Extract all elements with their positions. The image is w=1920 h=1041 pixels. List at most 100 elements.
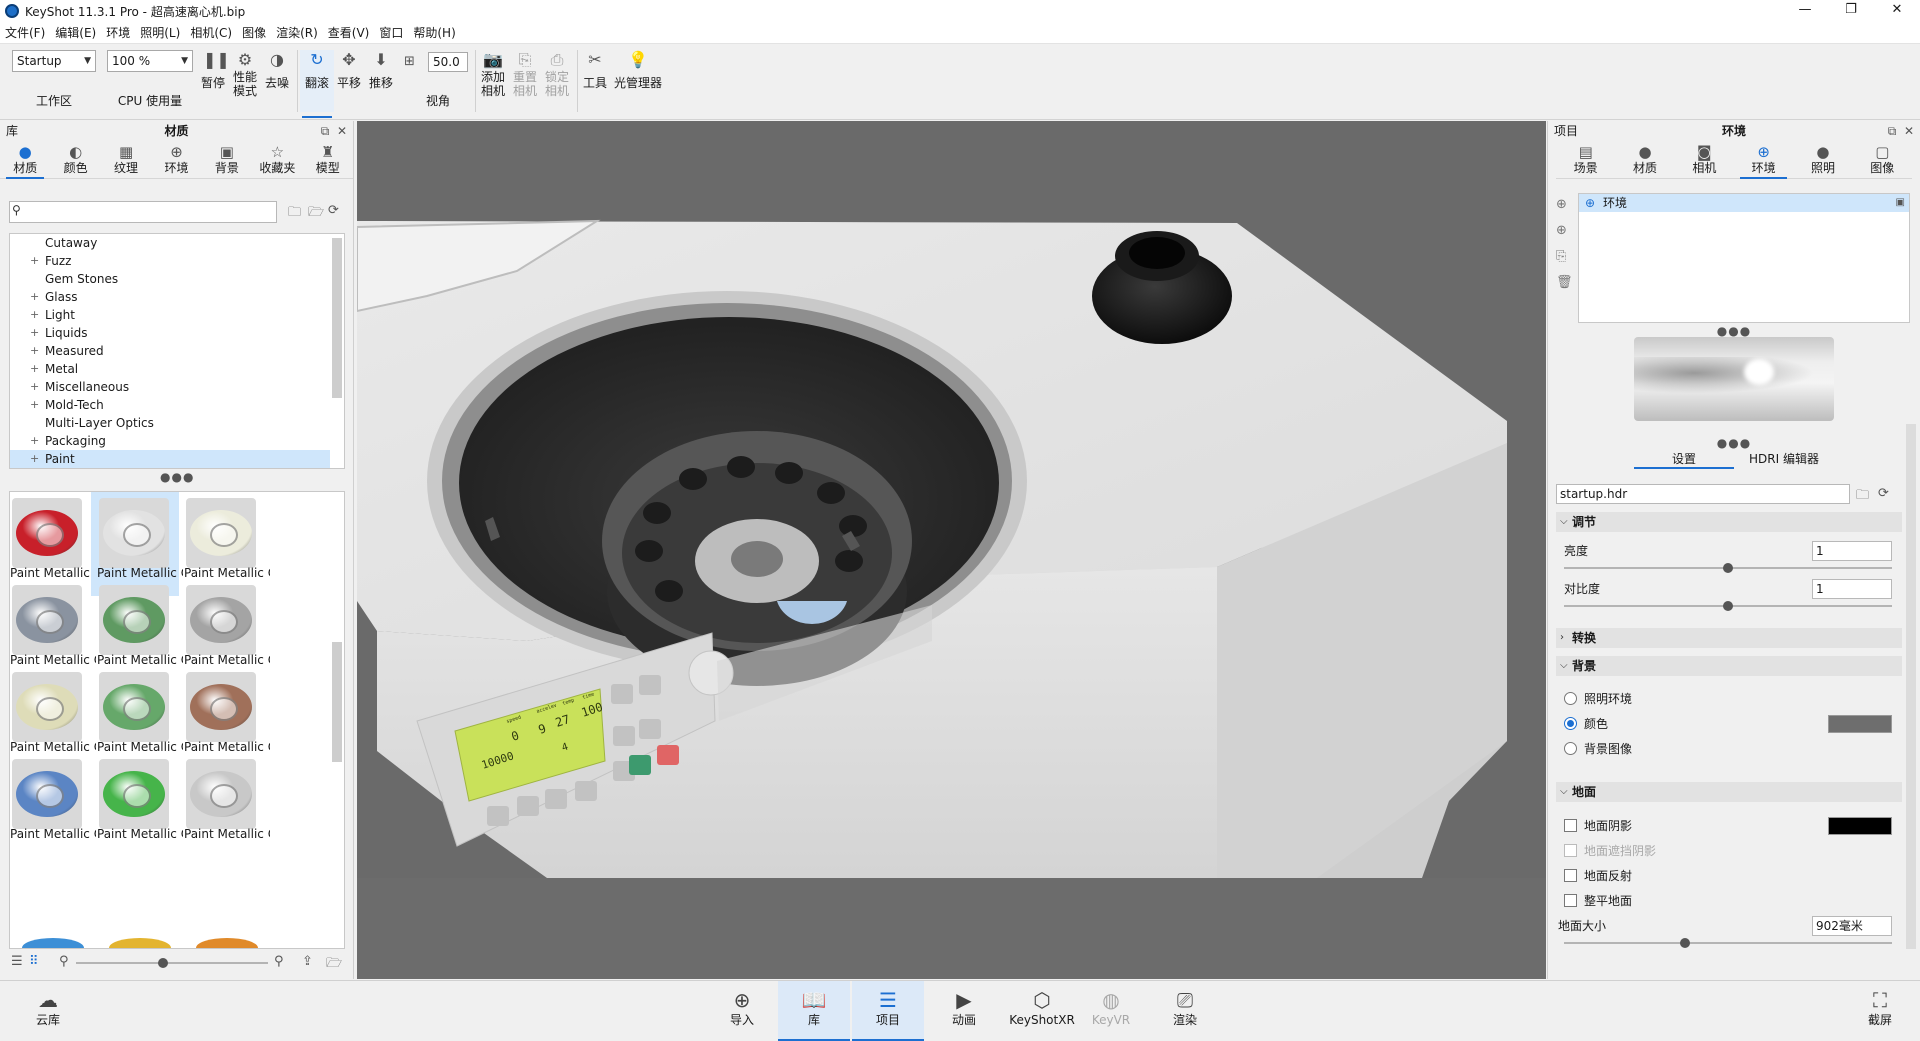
- open-folder-icon[interactable]: 🗀: [288, 203, 301, 225]
- checkbox-ground-shadow[interactable]: [1564, 819, 1577, 832]
- keyshotxr-button[interactable]: ⬡ KeyShotXR: [1002, 981, 1082, 1041]
- library-button[interactable]: 📖 库: [778, 981, 850, 1041]
- performance-mode-button[interactable]: ⚙ 性能 模式: [228, 50, 262, 98]
- tab-scene[interactable]: ▤ 场景: [1556, 141, 1615, 178]
- cloud-library-button[interactable]: ☁ 云库: [12, 981, 84, 1041]
- tree-item[interactable]: + Glass: [10, 288, 344, 306]
- screenshot-button[interactable]: ⛶ 截屏: [1844, 981, 1916, 1041]
- close-panel-icon[interactable]: ✕: [1904, 124, 1914, 138]
- menu-image[interactable]: 图像: [237, 24, 271, 41]
- maximize-button[interactable]: ❐: [1828, 0, 1874, 22]
- denoise-button[interactable]: ◑ 去噪: [260, 50, 294, 90]
- tree-item[interactable]: + Fuzz: [10, 252, 344, 270]
- tab-backplates[interactable]: ▣ 背景: [202, 141, 252, 178]
- material-thumbnail[interactable]: Paint Metallic Or...: [91, 753, 183, 857]
- menu-view[interactable]: 查看(V): [323, 24, 375, 41]
- expand-icon[interactable]: +: [30, 396, 39, 414]
- import-folder-icon[interactable]: 🗁: [326, 954, 342, 976]
- tree-item[interactable]: Cutaway: [10, 234, 344, 252]
- add-camera-button[interactable]: 📷 添加 相机: [476, 50, 510, 98]
- expand-icon[interactable]: +: [30, 378, 39, 396]
- checkbox-ground-reflection[interactable]: [1564, 869, 1577, 882]
- ground-size-slider[interactable]: [1564, 938, 1892, 948]
- ground-size-input[interactable]: 902毫米: [1812, 916, 1892, 936]
- tumble-button[interactable]: ↻ 翻滚: [300, 50, 334, 118]
- library-search-input[interactable]: [9, 201, 277, 223]
- thumbnail-scrollbar[interactable]: [332, 642, 342, 762]
- slider-knob[interactable]: [158, 958, 168, 968]
- tree-item[interactable]: + Miscellaneous: [10, 378, 344, 396]
- tree-item[interactable]: + Light: [10, 306, 344, 324]
- tab-material[interactable]: ● 材质: [1615, 141, 1674, 178]
- background-color-swatch[interactable]: [1828, 715, 1892, 733]
- close-panel-icon[interactable]: ✕: [337, 124, 347, 138]
- menu-lighting[interactable]: 照明(L): [135, 24, 185, 41]
- menu-help[interactable]: 帮助(H): [408, 24, 460, 41]
- slider-knob[interactable]: [1723, 601, 1733, 611]
- expand-icon[interactable]: +: [30, 468, 39, 469]
- environment-list-item[interactable]: ⊕ 环境 ▣: [1579, 194, 1909, 212]
- expand-icon[interactable]: +: [30, 432, 39, 450]
- splitter-handle[interactable]: ●●●: [1716, 437, 1752, 449]
- hdri-preview[interactable]: [1634, 337, 1834, 421]
- workspace-select[interactable]: Startup ▼: [12, 50, 96, 72]
- splitter-handle[interactable]: ●●●: [160, 471, 193, 483]
- tab-hdri-editor[interactable]: HDRI 编辑器: [1734, 451, 1834, 467]
- expand-icon[interactable]: +: [30, 450, 39, 468]
- section-background[interactable]: ⌵ 背景: [1556, 656, 1902, 676]
- slider-knob[interactable]: [1723, 563, 1733, 573]
- expand-icon[interactable]: +: [30, 288, 39, 306]
- tab-image[interactable]: ▢ 图像: [1853, 141, 1912, 178]
- radio-color[interactable]: [1564, 717, 1577, 730]
- menu-file[interactable]: 文件(F): [0, 24, 50, 41]
- tree-scrollbar[interactable]: [332, 238, 342, 398]
- tab-lighting[interactable]: ● 照明: [1793, 141, 1852, 178]
- tab-favorites[interactable]: ☆ 收藏夹: [252, 141, 302, 178]
- add-folder-icon[interactable]: 🗁: [308, 203, 324, 225]
- project-scrollbar[interactable]: [1906, 424, 1916, 949]
- expand-icon[interactable]: +: [30, 342, 39, 360]
- zoom-in-icon[interactable]: ⚲: [274, 954, 284, 969]
- hdr-file-field[interactable]: startup.hdr: [1556, 484, 1850, 504]
- checkbox-ground-occlusion[interactable]: [1564, 844, 1577, 857]
- grid-view-icon[interactable]: ⠿: [29, 954, 39, 969]
- open-folder-icon[interactable]: 🗀: [1856, 486, 1869, 508]
- menu-edit[interactable]: 编辑(E): [50, 24, 101, 41]
- close-button[interactable]: ✕: [1874, 0, 1920, 22]
- refresh-icon[interactable]: ⟳: [328, 203, 339, 218]
- tab-textures[interactable]: ▦ 纹理: [101, 141, 151, 178]
- copy-environment-icon[interactable]: ⎘: [1556, 249, 1566, 264]
- ground-shadow-color-swatch[interactable]: [1828, 817, 1892, 835]
- render-viewport[interactable]: 0 9 27 100 10000 4 speed accelev temp ti…: [357, 121, 1546, 979]
- material-thumbnail[interactable]: Paint Metallic Or...: [10, 753, 96, 857]
- tab-colors[interactable]: ◐ 颜色: [50, 141, 100, 178]
- float-panel-icon[interactable]: ⧉: [1888, 124, 1897, 138]
- material-thumbnail-partial[interactable]: [196, 938, 258, 948]
- project-button[interactable]: ☰ 项目: [852, 981, 924, 1041]
- keyvr-button[interactable]: ◍ KeyVR: [1075, 981, 1147, 1041]
- tab-models[interactable]: ♜ 模型: [303, 141, 353, 178]
- menu-render[interactable]: 渲染(R): [271, 24, 323, 41]
- animation-button[interactable]: ▶ 动画: [928, 981, 1000, 1041]
- reset-camera-button[interactable]: ⎘ 重置 相机: [508, 50, 542, 98]
- slider-knob[interactable]: [1680, 938, 1691, 948]
- section-transform[interactable]: › 转换: [1556, 628, 1902, 648]
- zoom-out-icon[interactable]: ⚲: [59, 954, 69, 969]
- radio-lighting-environment[interactable]: [1564, 692, 1577, 705]
- dolly-button[interactable]: ⬇ 推移: [364, 50, 398, 90]
- tree-item[interactable]: + Mold-Tech: [10, 396, 344, 414]
- tree-item[interactable]: + Packaging: [10, 432, 344, 450]
- tree-item[interactable]: + Liquids: [10, 324, 344, 342]
- section-adjust[interactable]: ⌵ 调节: [1556, 512, 1902, 532]
- import-button[interactable]: ⊕ 导入: [706, 981, 778, 1041]
- menu-environment[interactable]: 环境: [101, 24, 135, 41]
- minimize-button[interactable]: —: [1782, 0, 1828, 22]
- lock-camera-button[interactable]: ⎙ 锁定 相机: [540, 50, 574, 98]
- pan-button[interactable]: ✥ 平移: [332, 50, 366, 90]
- upload-cloud-icon[interactable]: ⇪: [302, 954, 313, 969]
- tab-settings[interactable]: 设置: [1634, 451, 1734, 469]
- menu-camera[interactable]: 相机(C): [185, 24, 237, 41]
- tab-environments[interactable]: ⊕ 环境: [151, 141, 201, 178]
- splitter-handle[interactable]: ●●●: [1716, 325, 1752, 337]
- cpu-usage-select[interactable]: 100 % ▼: [107, 50, 193, 72]
